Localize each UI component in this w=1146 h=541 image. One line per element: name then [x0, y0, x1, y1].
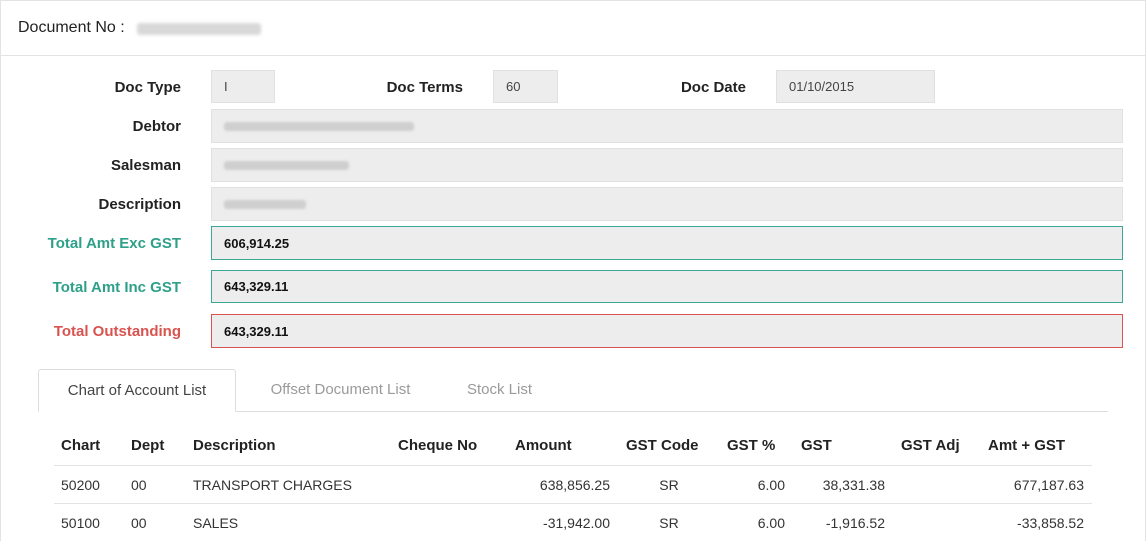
cell-description: TRANSPORT CHARGES	[193, 477, 352, 493]
row-divider	[54, 503, 1092, 504]
cell-amt-plus-gst: -33,858.52	[1017, 515, 1084, 531]
salesman-label: Salesman	[110, 157, 181, 174]
cell-gst-code: SR	[659, 515, 679, 531]
doc-type-field[interactable]: I	[211, 70, 275, 103]
col-chart: Chart	[61, 437, 101, 454]
salesman-field[interactable]	[211, 148, 1123, 182]
cell-amount: -31,942.00	[543, 515, 610, 531]
cell-amount: 638,856.25	[539, 477, 610, 493]
total-inc-gst-field[interactable]: 643,329.11	[211, 270, 1123, 303]
doc-date-field[interactable]: 01/10/2015	[776, 70, 935, 103]
cell-amt-plus-gst: 677,187.63	[1013, 477, 1084, 493]
cell-gst: 38,331.38	[822, 477, 885, 493]
debtor-field[interactable]	[211, 109, 1123, 143]
total-inc-gst-label: Total Amt Inc GST	[52, 279, 181, 296]
tab-bar: Chart of Account List Offset Document Li…	[38, 369, 1108, 412]
cell-dept: 00	[131, 515, 147, 531]
cell-gst-percent: 6.00	[757, 515, 785, 531]
salesman-value-redacted	[224, 160, 349, 170]
header-divider	[54, 465, 1092, 466]
col-gst-percent: GST %	[727, 437, 776, 454]
total-outstanding-field[interactable]: 643,329.11	[211, 314, 1123, 348]
document-no-label: Document No :	[18, 19, 125, 36]
total-exc-gst-field[interactable]: 606,914.25	[211, 226, 1123, 260]
doc-terms-field[interactable]: 60	[493, 70, 558, 103]
col-gst-code: GST Code	[626, 437, 699, 454]
document-no-redacted	[137, 23, 261, 35]
cell-dept: 00	[131, 477, 147, 493]
total-outstanding-label: Total Outstanding	[53, 323, 181, 340]
doc-date-label: Doc Date	[680, 79, 746, 96]
cell-chart: 50100	[61, 515, 100, 531]
description-label: Description	[98, 196, 181, 213]
debtor-value-redacted	[224, 121, 414, 131]
debtor-label: Debtor	[132, 118, 181, 135]
doc-terms-label: Doc Terms	[386, 79, 463, 96]
tab-stock-list[interactable]: Stock List	[452, 369, 547, 411]
col-gst-adj: GST Adj	[901, 437, 960, 454]
total-exc-gst-label: Total Amt Exc GST	[47, 235, 181, 252]
description-field[interactable]	[211, 187, 1123, 221]
col-amount: Amount	[515, 437, 572, 454]
cell-chart: 50200	[61, 477, 100, 493]
col-description: Description	[193, 437, 276, 454]
cell-gst-percent: 6.00	[757, 477, 785, 493]
cell-gst-code: SR	[659, 477, 679, 493]
col-cheque-no: Cheque No	[398, 437, 478, 454]
cell-description: SALES	[193, 515, 239, 531]
cell-gst: -1,916.52	[825, 515, 885, 531]
tab-chart-of-account-list[interactable]: Chart of Account List	[38, 369, 236, 412]
col-amt-plus-gst: Amt + GST	[988, 437, 1066, 454]
tab-offset-document-list[interactable]: Offset Document List	[252, 369, 429, 411]
col-dept: Dept	[131, 437, 165, 454]
col-gst: GST	[801, 437, 832, 454]
document-header: Document No :	[0, 0, 1146, 56]
description-value-redacted	[224, 199, 306, 209]
doc-type-label: Doc Type	[114, 79, 181, 96]
